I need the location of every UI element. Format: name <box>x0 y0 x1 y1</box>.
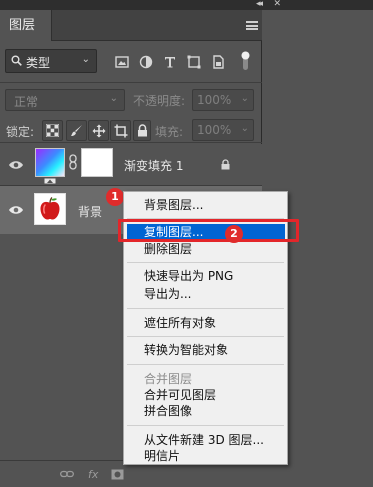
apple-image <box>40 197 60 220</box>
menu-item-new-3d-layer-from-file[interactable]: 从文件新建 3D 图层... <box>124 432 287 448</box>
link-layers-icon[interactable] <box>60 469 74 479</box>
filter-row: 类型 ⌄ <box>0 49 262 75</box>
filter-kind-dropdown[interactable]: 类型 ⌄ <box>5 49 97 73</box>
eye-icon[interactable] <box>8 204 24 216</box>
fx-icon[interactable]: fx <box>88 468 98 481</box>
chevron-down-icon: ⌄ <box>109 93 118 104</box>
lock-artboard-button[interactable] <box>110 120 131 141</box>
menu-item-postcard[interactable]: 明信片 <box>124 448 287 464</box>
lock-image-pixels-button[interactable] <box>66 120 87 141</box>
eye-icon[interactable] <box>8 159 24 171</box>
menu-separator <box>127 336 284 337</box>
panel-menu-icon[interactable] <box>246 21 258 30</box>
image-filter-icon[interactable] <box>115 55 129 69</box>
smart-object-filter-icon[interactable] <box>211 55 225 69</box>
divider <box>0 82 262 83</box>
fill-label: 填充: <box>155 125 184 139</box>
menu-item-convert-to-smart-object[interactable]: 转换为智能对象 <box>124 342 287 358</box>
menu-separator <box>127 308 284 309</box>
filter-kind-label: 类型 <box>26 56 51 70</box>
divider <box>0 142 262 143</box>
search-icon <box>11 55 22 66</box>
opacity-label: 不透明度: <box>133 94 186 108</box>
lock-transparent-pixels-button[interactable] <box>42 120 63 141</box>
lock-row: 锁定: 填充: 100% ⌄ <box>0 119 262 143</box>
panel-tab-row: 图层 <box>0 10 262 41</box>
window-topbar: ◂◂ ✕ <box>0 0 373 10</box>
collapse-panels-icon[interactable]: ◂◂ <box>256 0 263 9</box>
menu-item-delete-layer[interactable]: 删除图层 <box>124 241 287 257</box>
layer-name[interactable]: 渐变填充 1 <box>124 157 183 174</box>
chevron-down-icon: ⌄ <box>240 93 249 104</box>
checkerboard-icon <box>46 124 59 137</box>
apple-thumbnail[interactable] <box>34 193 66 225</box>
step-badge-1: 1 <box>106 188 124 206</box>
fill-input[interactable]: 100% ⌄ <box>192 119 254 141</box>
step-badge-2: 2 <box>225 225 243 243</box>
menu-item-merge-visible[interactable]: 合并可见图层 <box>124 387 287 403</box>
artboard-icon <box>114 124 128 138</box>
layer-row-gradient-fill[interactable]: 渐变填充 1 <box>0 144 262 186</box>
menu-item-flatten-image[interactable]: 拼合图像 <box>124 403 287 419</box>
lock-position-button[interactable] <box>88 120 109 141</box>
gradient-fill-indicator-icon <box>44 178 56 184</box>
link-icon[interactable] <box>69 154 77 170</box>
lock-label: 锁定: <box>6 125 35 139</box>
close-panel-icon[interactable]: ✕ <box>273 0 281 9</box>
blend-mode-dropdown[interactable]: 正常 ⌄ <box>5 89 125 111</box>
lock-all-button[interactable] <box>133 120 151 141</box>
shape-filter-icon[interactable] <box>187 55 201 69</box>
menu-item-background-layer[interactable]: 背景图层... <box>124 197 287 213</box>
move-icon <box>92 124 106 138</box>
menu-separator <box>127 364 284 365</box>
menu-item-merge-layers: 合并图层 <box>144 372 193 386</box>
filter-toggle-icon[interactable] <box>241 51 250 71</box>
annotation-highlight-box <box>118 219 299 242</box>
layer-mask-thumbnail[interactable] <box>81 148 113 177</box>
opacity-value: 100% <box>197 93 232 107</box>
add-mask-icon[interactable] <box>111 469 124 480</box>
opacity-input[interactable]: 100% ⌄ <box>192 89 254 111</box>
type-filter-icon[interactable] <box>163 55 177 69</box>
adjustment-filter-icon[interactable] <box>139 55 153 69</box>
menu-item-export-as[interactable]: 导出为... <box>124 286 287 302</box>
fill-value: 100% <box>197 123 232 137</box>
blend-row: 正常 ⌄ 不透明度: 100% ⌄ <box>0 89 262 113</box>
menu-separator <box>127 425 284 426</box>
menu-item-mask-all-objects[interactable]: 遮住所有对象 <box>124 315 287 331</box>
layer-name[interactable]: 背景 <box>78 203 102 220</box>
chevron-down-icon: ⌄ <box>240 123 249 134</box>
menu-separator <box>127 262 284 263</box>
lock-icon <box>221 159 230 170</box>
blend-mode-label: 正常 <box>14 95 39 109</box>
brush-icon <box>71 125 82 136</box>
lock-icon <box>138 124 147 137</box>
tab-layers[interactable]: 图层 <box>0 10 52 41</box>
chevron-down-icon: ⌄ <box>81 54 90 65</box>
gradient-thumbnail[interactable] <box>35 148 65 177</box>
menu-item-quick-export-png[interactable]: 快速导出为 PNG <box>124 268 287 284</box>
